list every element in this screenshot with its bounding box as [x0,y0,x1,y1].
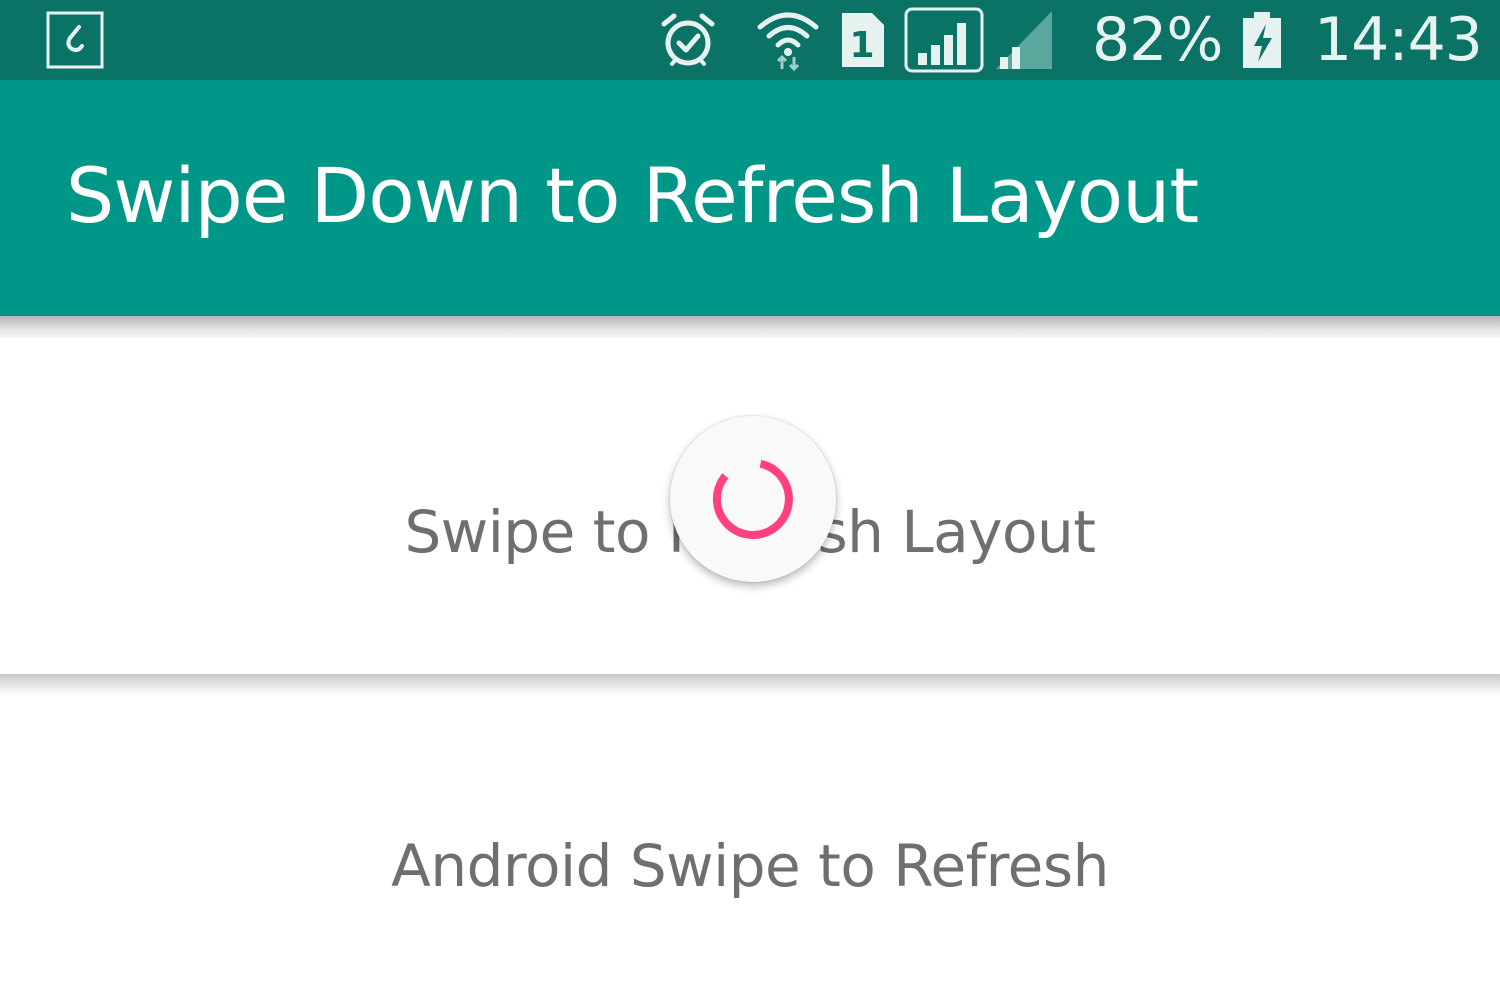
app-bar-shadow [0,316,1500,338]
status-bar: 1 82% 14:43 [0,0,1500,80]
clock-time: 14:43 [1314,5,1483,75]
battery-charging-icon [1240,0,1284,80]
page-title: Swipe Down to Refresh Layout [66,150,1199,240]
signal-secondary-icon [994,0,1056,80]
sim-1-icon: 1 [838,0,886,80]
signal-icon [904,0,984,80]
list-divider [0,674,1500,696]
list-item-label: Android Swipe to Refresh [391,832,1109,900]
alarm-icon [658,0,718,80]
list-item[interactable]: Android Swipe to Refresh [0,696,1500,1000]
app-bar: Swipe Down to Refresh Layout [0,80,1500,316]
refresh-indicator [670,416,836,582]
notification-icon [46,0,104,80]
app-screen: 1 82% 14:43 Swipe Down to Refresh Layout… [0,0,1500,1000]
refresh-spinner-icon [712,459,793,539]
battery-percent: 82% [1092,5,1223,75]
svg-text:1: 1 [849,25,874,66]
wifi-icon [756,0,820,80]
